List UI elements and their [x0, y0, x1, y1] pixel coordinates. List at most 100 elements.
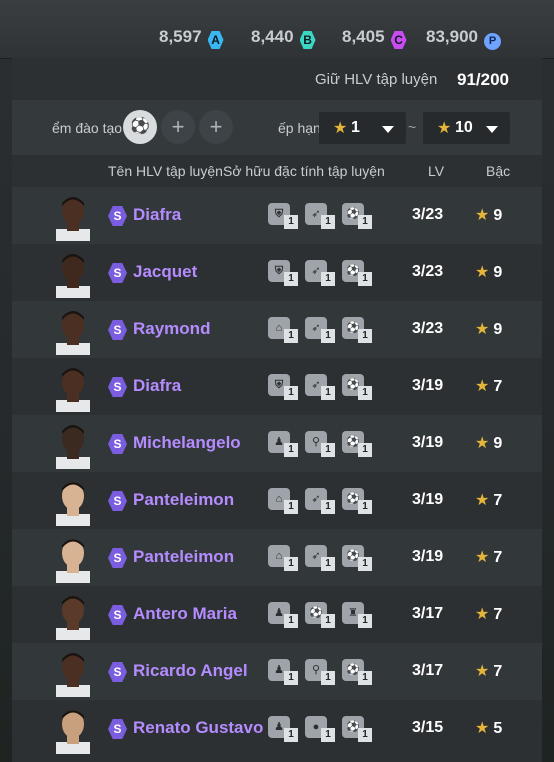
trait-count: 1 — [358, 614, 372, 628]
special-grade-icon: S — [108, 434, 127, 454]
run-icon: ♟ 1 — [268, 600, 302, 630]
trainer-rank-value: 7 — [493, 549, 503, 566]
star-icon: ★ — [475, 549, 490, 566]
star-icon: ★ — [475, 435, 490, 452]
trainer-row[interactable]: S Panteleimon ⌂ 1 ➶ 1 ⚽ 1 3/19 ★ 7 — [12, 472, 542, 529]
special-grade-icon: S — [108, 605, 127, 625]
special-grade-icon: S — [108, 548, 127, 568]
trait-count: 1 — [284, 215, 298, 229]
trainer-avatar — [56, 653, 90, 697]
trainer-hold-label: Giữ HLV tập luyện — [315, 71, 438, 88]
trainer-row[interactable]: S Renato Gustavo ♟ 1 ● 1 ⚽ 1 3/15 ★ 5 — [12, 700, 542, 757]
trait-count: 1 — [284, 728, 298, 742]
trainer-row[interactable]: S Ricardo Angel ♟ 1 ⚲ 1 ⚽ 1 3/17 ★ 7 — [12, 643, 542, 700]
training-point-label: ểm đào tạo — [52, 120, 123, 136]
tie-icon: ⚲ 1 — [305, 429, 339, 459]
col-traits[interactable]: Sở hữu đặc tính tập luyện — [223, 163, 385, 179]
rank-to-dropdown[interactable]: ★ 10 — [423, 112, 510, 144]
currency-bar: 8,597 A 8,440 B 8,405 C 83,900 P — [0, 0, 554, 59]
trainer-rank: ★ 7 — [475, 547, 502, 567]
trainer-avatar — [56, 539, 90, 583]
trainer-rank: ★ 9 — [475, 319, 502, 339]
shield-icon: ⛨ 1 — [268, 372, 302, 402]
trait-count: 1 — [321, 329, 335, 343]
table-header: Tên HLV tập luyện Sở hữu đặc tính tập lu… — [12, 155, 542, 187]
rank-from-value: 1 — [351, 119, 360, 136]
col-name[interactable]: Tên HLV tập luyện — [108, 163, 223, 179]
currency-c: 8,405 C — [342, 27, 407, 49]
filter-chip-selected[interactable]: ⚽ — [123, 110, 157, 144]
currency-a: 8,597 A — [159, 27, 224, 49]
goal-icon: ⌂ 1 — [268, 315, 302, 345]
trainer-row[interactable]: S Michelangelo ♟ 1 ⚲ 1 ⚽ 1 3/19 ★ 9 — [12, 415, 542, 472]
trait-count: 1 — [358, 215, 372, 229]
special-grade-icon: S — [108, 320, 127, 340]
trait-list: ♟ 1 ⚲ 1 ⚽ 1 — [268, 429, 378, 459]
col-rank[interactable]: Bậc — [486, 163, 510, 179]
trait-list: ⌂ 1 ➶ 1 ⚽ 1 — [268, 543, 378, 573]
plus-icon: + — [171, 114, 185, 139]
special-grade-icon: S — [108, 206, 127, 226]
trait-count: 1 — [321, 557, 335, 571]
shot-icon: ⚽ 1 — [342, 714, 376, 744]
trait-list: ♟ 1 ● 1 ⚽ 1 — [268, 714, 378, 744]
trainer-name: Michelangelo — [133, 433, 241, 452]
trait-count: 1 — [284, 272, 298, 286]
trainer-hold-row: Giữ HLV tập luyện 91/200 — [12, 58, 542, 100]
trainer-rank: ★ 7 — [475, 661, 502, 681]
trait-count: 1 — [284, 557, 298, 571]
trait-list: ⛨ 1 ➶ 1 ⚽ 1 — [268, 258, 378, 288]
currency-c-value: 8,405 — [342, 27, 385, 46]
star-icon: ★ — [475, 321, 490, 338]
star-icon: ★ — [437, 120, 452, 137]
tie-icon: ⚲ 1 — [305, 657, 339, 687]
shot-icon: ⚽ — [130, 118, 150, 135]
trainer-name: Renato Gustavo — [133, 718, 264, 737]
shot-icon: ⚽ 1 — [342, 372, 376, 402]
star-icon: ★ — [475, 492, 490, 509]
star-icon: ★ — [475, 663, 490, 680]
rank-from-dropdown[interactable]: ★ 1 — [319, 112, 406, 144]
trainer-hold-count: 91/200 — [457, 70, 509, 89]
trait-count: 1 — [284, 443, 298, 457]
shot-icon: ⚽ 1 — [342, 486, 376, 516]
trainer-row[interactable]: S Raymond ⌂ 1 ➶ 1 ⚽ 1 3/23 ★ 9 — [12, 301, 542, 358]
trait-count: 1 — [358, 500, 372, 514]
trainer-row[interactable]: S Diafra ⛨ 1 ➶ 1 ⚽ 1 3/23 ★ 9 — [12, 187, 542, 244]
trait-count: 1 — [321, 386, 335, 400]
trait-count: 1 — [284, 500, 298, 514]
trainer-avatar — [56, 482, 90, 526]
b-coin-icon: B — [299, 31, 316, 49]
trainer-row[interactable]: S Diafra ⛨ 1 ➶ 1 ⚽ 1 3/19 ★ 7 — [12, 358, 542, 415]
c-coin-icon: C — [390, 31, 407, 49]
run-icon: ♟ 1 — [268, 429, 302, 459]
trait-count: 1 — [358, 671, 372, 685]
shot-icon: ⚽ 1 — [342, 429, 376, 459]
special-grade-icon: S — [108, 377, 127, 397]
trainer-avatar — [56, 596, 90, 640]
add-filter-button-1[interactable]: + — [161, 110, 195, 144]
add-filter-button-2[interactable]: + — [199, 110, 233, 144]
speed-icon: ➶ 1 — [305, 201, 339, 231]
trainer-row[interactable]: S Antero Maria ♟ 1 ⚽ 1 ♜ 1 3/17 ★ 7 — [12, 586, 542, 643]
trainer-level: 3/23 — [412, 263, 444, 280]
filter-bar: ểm đào tạo ⚽ + + ếp hạng ★ 1 ~ ★ 10 — [12, 100, 542, 155]
trait-count: 1 — [321, 215, 335, 229]
trainer-row[interactable]: S Panteleimon ⌂ 1 ➶ 1 ⚽ 1 3/19 ★ 7 — [12, 529, 542, 586]
trait-list: ♟ 1 ⚲ 1 ⚽ 1 — [268, 657, 378, 687]
trait-count: 1 — [321, 614, 335, 628]
trainer-rank-value: 7 — [493, 606, 503, 623]
trainer-avatar — [56, 710, 90, 754]
trainer-avatar — [56, 254, 90, 298]
trainer-row[interactable]: S Jacquet ⛨ 1 ➶ 1 ⚽ 1 3/23 ★ 9 — [12, 244, 542, 301]
shot-icon: ⚽ 1 — [342, 258, 376, 288]
chevron-down-icon — [486, 126, 498, 133]
star-icon: ★ — [475, 378, 490, 395]
speed-icon: ➶ 1 — [305, 486, 339, 516]
trait-list: ⛨ 1 ➶ 1 ⚽ 1 — [268, 201, 378, 231]
special-grade-icon: S — [108, 491, 127, 511]
trainer-level: 3/19 — [412, 491, 444, 508]
col-lv[interactable]: LV — [428, 163, 444, 179]
trainer-name: Panteleimon — [133, 547, 235, 566]
shield-icon: ⛨ 1 — [268, 258, 302, 288]
